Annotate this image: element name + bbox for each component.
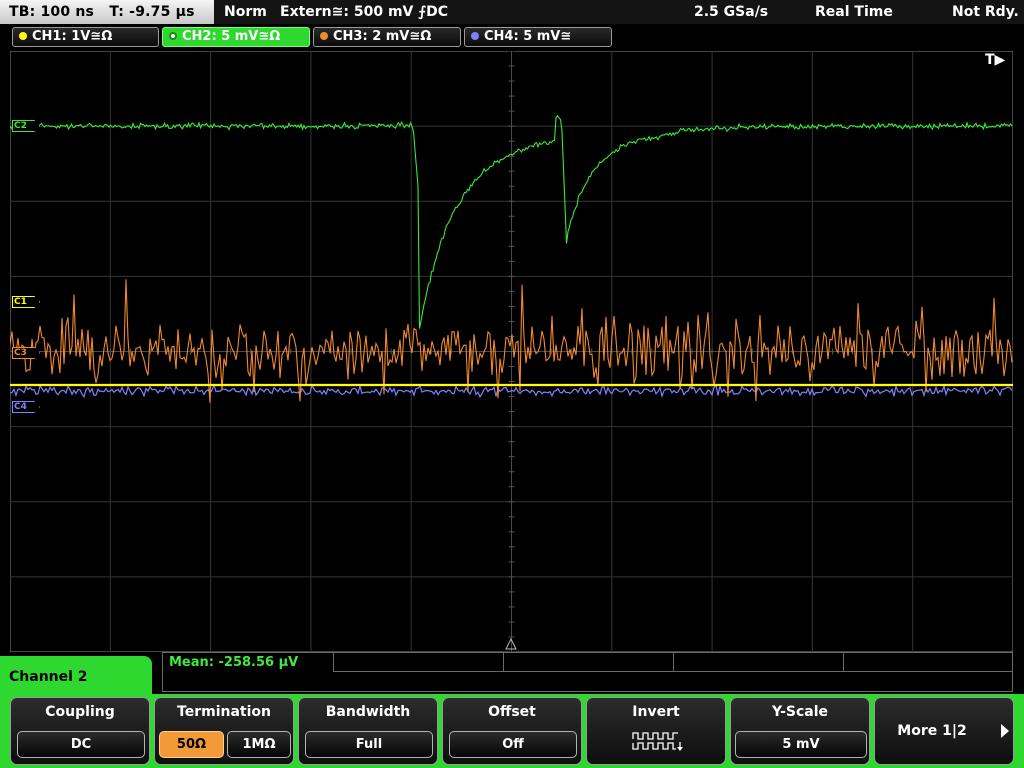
channel-tab-ch3[interactable]: CH3: 2 mV≅Ω [313,27,461,47]
trigger-mode[interactable]: Norm [224,0,267,24]
y-scale-softkey[interactable]: Y-Scale 5 mV [730,697,870,765]
ch2-color-dot [169,32,177,40]
ch1-offset-marker[interactable]: C1 [12,296,40,308]
ch2-marker-label: C2 [14,121,27,131]
waveform-display[interactable] [10,51,1013,652]
coupling-value-button[interactable]: DC [17,731,145,758]
channel-tab-ch2[interactable]: CH2: 5 mV≅Ω [162,27,310,47]
top-status-bar: TB: 100 ns T: -9.75 µs Norm Extern≅: 500… [0,0,1024,24]
termination-title: Termination [177,704,271,720]
channel-tab-ch4[interactable]: CH4: 5 mV≅ [464,27,612,47]
y-scale-value-button[interactable]: 5 mV [735,731,867,758]
bandwidth-value-button[interactable]: Full [305,731,433,758]
timebase-label: TB: 100 ns [9,4,95,20]
measurement-cell [503,653,673,672]
timebase-box[interactable]: TB: 100 ns T: -9.75 µs [0,0,214,24]
ch4-marker-label: C4 [14,402,27,412]
menu-title: Channel 2 [9,669,88,685]
bandwidth-title: Bandwidth [325,704,411,720]
ch4-tab-label: CH4: 5 mV≅ [484,29,572,44]
offset-title: Offset [488,704,536,720]
offset-softkey[interactable]: Offset Off [442,697,582,765]
measurement-panel[interactable]: Mean: -258.56 µV [162,652,1013,692]
measurement-cell [333,653,503,672]
invert-softkey[interactable]: Invert [586,697,726,765]
measurement-cell [673,653,843,672]
invert-title: Invert [632,704,680,720]
offset-value-button[interactable]: Off [449,731,577,758]
menu-title-tab: Channel 2 [0,656,152,700]
y-scale-title: Y-Scale [771,704,828,720]
measurement-cell [843,653,1012,672]
channel-tab-ch1[interactable]: CH1: 1V≅Ω [12,27,159,47]
ch3-marker-label: C3 [14,348,27,358]
ch4-offset-marker[interactable]: C4 [12,401,40,413]
ch1-tab-label: CH1: 1V≅Ω [32,29,113,44]
sample-rate: 2.5 GSa/s [694,4,769,20]
ch3-tab-label: CH3: 2 mV≅Ω [333,29,432,44]
square-wave-invert-icon [587,730,725,756]
trigger-indicator: T▶ [985,52,1006,68]
mean-measurement: Mean: -258.56 µV [169,655,299,670]
ch2-offset-marker[interactable]: C2 [12,120,40,132]
more-label: More 1|2 [897,723,967,739]
ch1-color-dot [19,32,27,40]
trigger-time-label: T: -9.75 µs [109,4,195,20]
bandwidth-softkey[interactable]: Bandwidth Full [298,697,438,765]
more-softkey[interactable]: More 1|2 [874,697,1014,765]
run-status: Not Rdy. [952,4,1019,20]
chevron-right-icon [1001,724,1009,738]
trigger-source[interactable]: Extern≅: 500 mV ⨍DC [280,0,448,24]
termination-50-ohm-button[interactable]: 50Ω [159,731,224,758]
ch2-tab-label: CH2: 5 mV≅Ω [182,29,281,44]
coupling-title: Coupling [45,704,115,720]
termination-softkey[interactable]: Termination 50Ω 1MΩ [154,697,294,765]
ch3-color-dot [320,32,328,40]
acquisition-mode: Real Time [815,4,893,20]
waveform-canvas [10,51,1013,652]
coupling-softkey[interactable]: Coupling DC [10,697,150,765]
ch3-offset-marker[interactable]: C3 [12,347,40,359]
ch4-color-dot [471,32,479,40]
ch1-marker-label: C1 [14,297,27,307]
termination-1m-ohm-button[interactable]: 1MΩ [227,731,291,758]
